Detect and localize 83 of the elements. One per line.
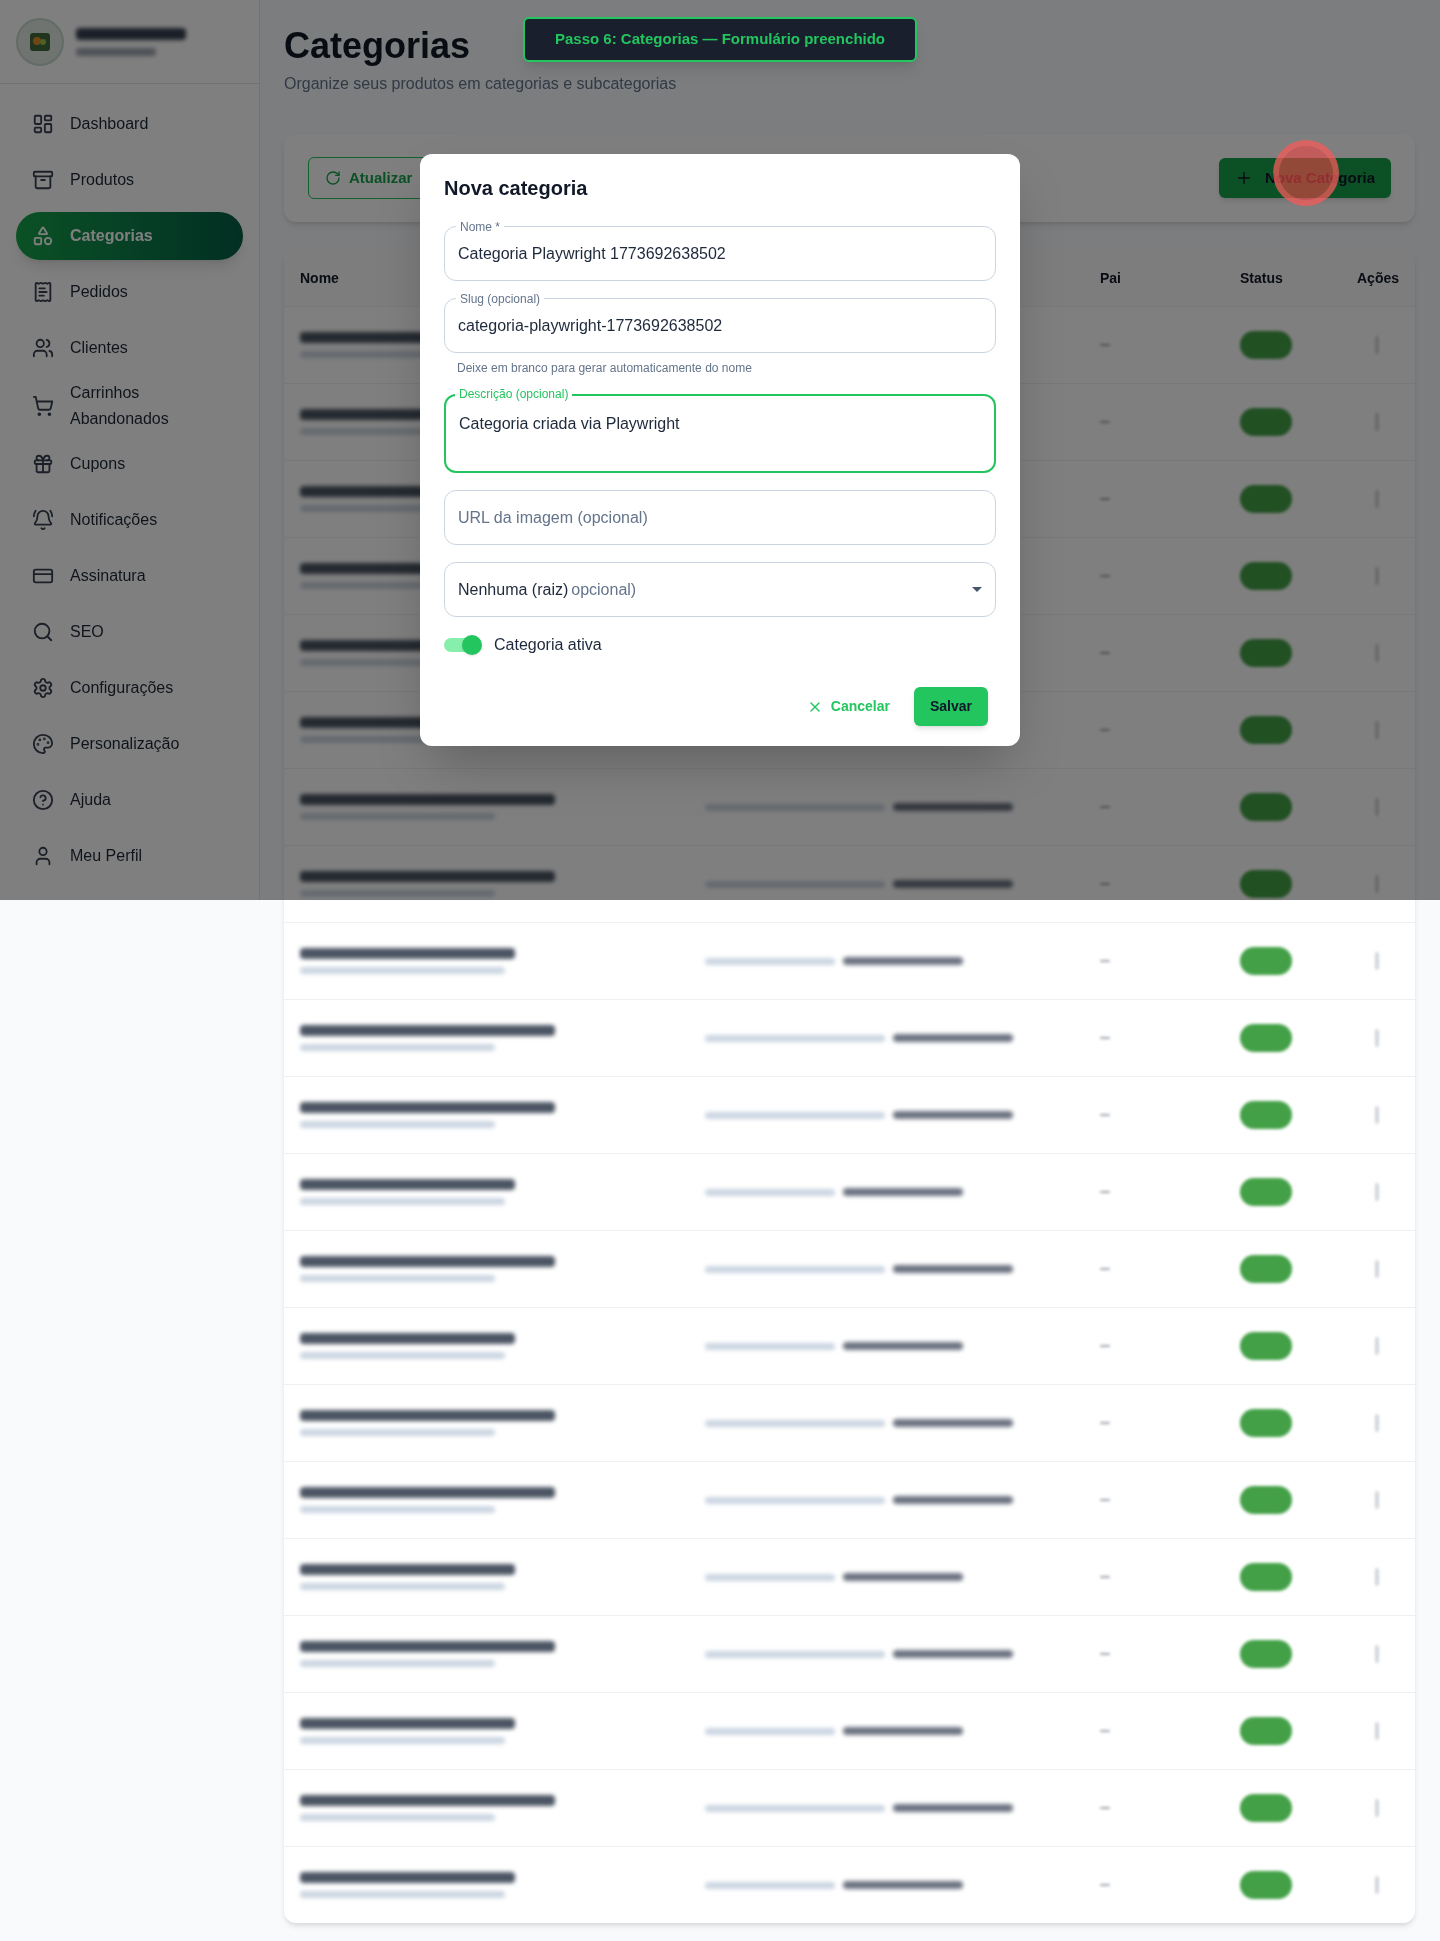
blurred-actions-icon	[1375, 1029, 1380, 1047]
blurred-actions-icon	[1375, 1491, 1380, 1509]
blurred-actions-icon	[1375, 1183, 1380, 1201]
sidebar-item[interactable]: Personalização	[16, 720, 243, 768]
cart-icon	[32, 395, 54, 417]
url-field[interactable]: URL da imagem (opcional)	[445, 491, 995, 544]
status-badge	[1240, 947, 1292, 975]
page-subtitle: Organize seus produtos em categorias e subcategorias	[284, 74, 678, 94]
status-badge	[1240, 1871, 1292, 1899]
blurred-actions-icon	[1375, 1876, 1380, 1894]
select-value: Nenhuma (raiz)	[458, 579, 569, 600]
status-badge	[1240, 562, 1292, 590]
step-toast: Passo 6: Categorias — Formulário preenchido	[523, 17, 917, 62]
dropdown-caret-icon	[972, 587, 982, 592]
blurred-actions-icon	[1375, 1799, 1380, 1817]
blurred-actions-icon	[1375, 952, 1380, 970]
sidebar-item[interactable]: Clientes	[16, 324, 243, 372]
shapes-icon	[32, 225, 54, 247]
parent-category-select[interactable]: Nenhuma (raiz) opcional)	[444, 562, 996, 617]
status-badge	[1240, 1409, 1292, 1437]
field-label: Slug (opcional)	[456, 292, 545, 306]
sidebar-item[interactable]: Categorias	[16, 212, 243, 260]
sidebar-item[interactable]: Meu Perfil	[16, 832, 243, 880]
status-badge	[1240, 1717, 1292, 1745]
helper-text: Deixe em branco para gerar automaticamente do nome	[456, 360, 753, 377]
sidebar-item[interactable]: Notificações	[16, 496, 243, 544]
toggle-label: Categoria ativa	[494, 635, 602, 655]
blurred-actions-icon	[1375, 1722, 1380, 1740]
select-label: opcional)	[571, 579, 637, 600]
sidebar-item[interactable]: Dashboard	[16, 100, 243, 148]
status-badge	[1240, 485, 1292, 513]
store-logo-icon	[29, 31, 51, 52]
column-header: Nome	[300, 268, 339, 288]
field-label: Nome *	[456, 220, 504, 234]
search-icon	[32, 621, 54, 643]
gift-icon	[32, 453, 54, 475]
status-badge	[1240, 639, 1292, 667]
bell-icon	[32, 509, 54, 531]
page-title: Categorias	[284, 24, 471, 68]
column-header: Pai	[1100, 268, 1121, 288]
blurred-actions-icon	[1375, 1337, 1380, 1355]
status-badge	[1240, 1794, 1292, 1822]
receipt-icon	[32, 281, 54, 303]
sidebar-item[interactable]: Cupons	[16, 440, 243, 488]
status-badge	[1240, 1640, 1292, 1668]
status-badge	[1240, 1178, 1292, 1206]
status-badge	[1240, 1255, 1292, 1283]
archive-icon	[32, 169, 54, 191]
active-toggle[interactable]	[444, 634, 482, 656]
help-icon	[32, 789, 54, 811]
status-badge	[1240, 1101, 1292, 1129]
status-badge	[1240, 1024, 1292, 1052]
blurred-actions-icon	[1375, 1645, 1380, 1663]
blurred-actions-icon	[1375, 1106, 1380, 1124]
plus-icon	[1235, 169, 1253, 187]
status-badge	[1240, 408, 1292, 436]
dashboard-icon	[32, 113, 54, 135]
status-badge	[1240, 1563, 1292, 1591]
sidebar-item[interactable]: Produtos	[16, 156, 243, 204]
refresh-icon	[325, 170, 341, 186]
status-badge	[1240, 716, 1292, 744]
settings-icon	[32, 677, 54, 699]
status-badge	[1240, 1332, 1292, 1360]
sidebar-item[interactable]: Ajuda	[16, 776, 243, 824]
dialog-title: Nova categoria	[444, 176, 589, 201]
sidebar-item[interactable]: Assinatura	[16, 552, 243, 600]
field-label: Descrição (opcional)	[455, 387, 573, 401]
save-button[interactable]: Salvar	[913, 687, 988, 726]
status-badge	[1240, 1486, 1292, 1514]
sidebar-item[interactable]: Configurações	[16, 664, 243, 712]
blurred-actions-icon	[1375, 1414, 1380, 1432]
status-badge	[1240, 793, 1292, 821]
sidebar-item[interactable]: Pedidos	[16, 268, 243, 316]
blurred-actions-icon	[1375, 1260, 1380, 1278]
column-header: Ações	[1357, 268, 1400, 288]
palette-icon	[32, 733, 54, 755]
sidebar-item[interactable]: SEO	[16, 608, 243, 656]
status-badge	[1240, 870, 1292, 898]
column-header: Status	[1240, 268, 1283, 288]
status-badge	[1240, 331, 1292, 359]
people-icon	[32, 337, 54, 359]
blurred-actions-icon	[1375, 1568, 1380, 1586]
sidebar-item[interactable]: Carrinhos Abandonados	[16, 380, 243, 432]
